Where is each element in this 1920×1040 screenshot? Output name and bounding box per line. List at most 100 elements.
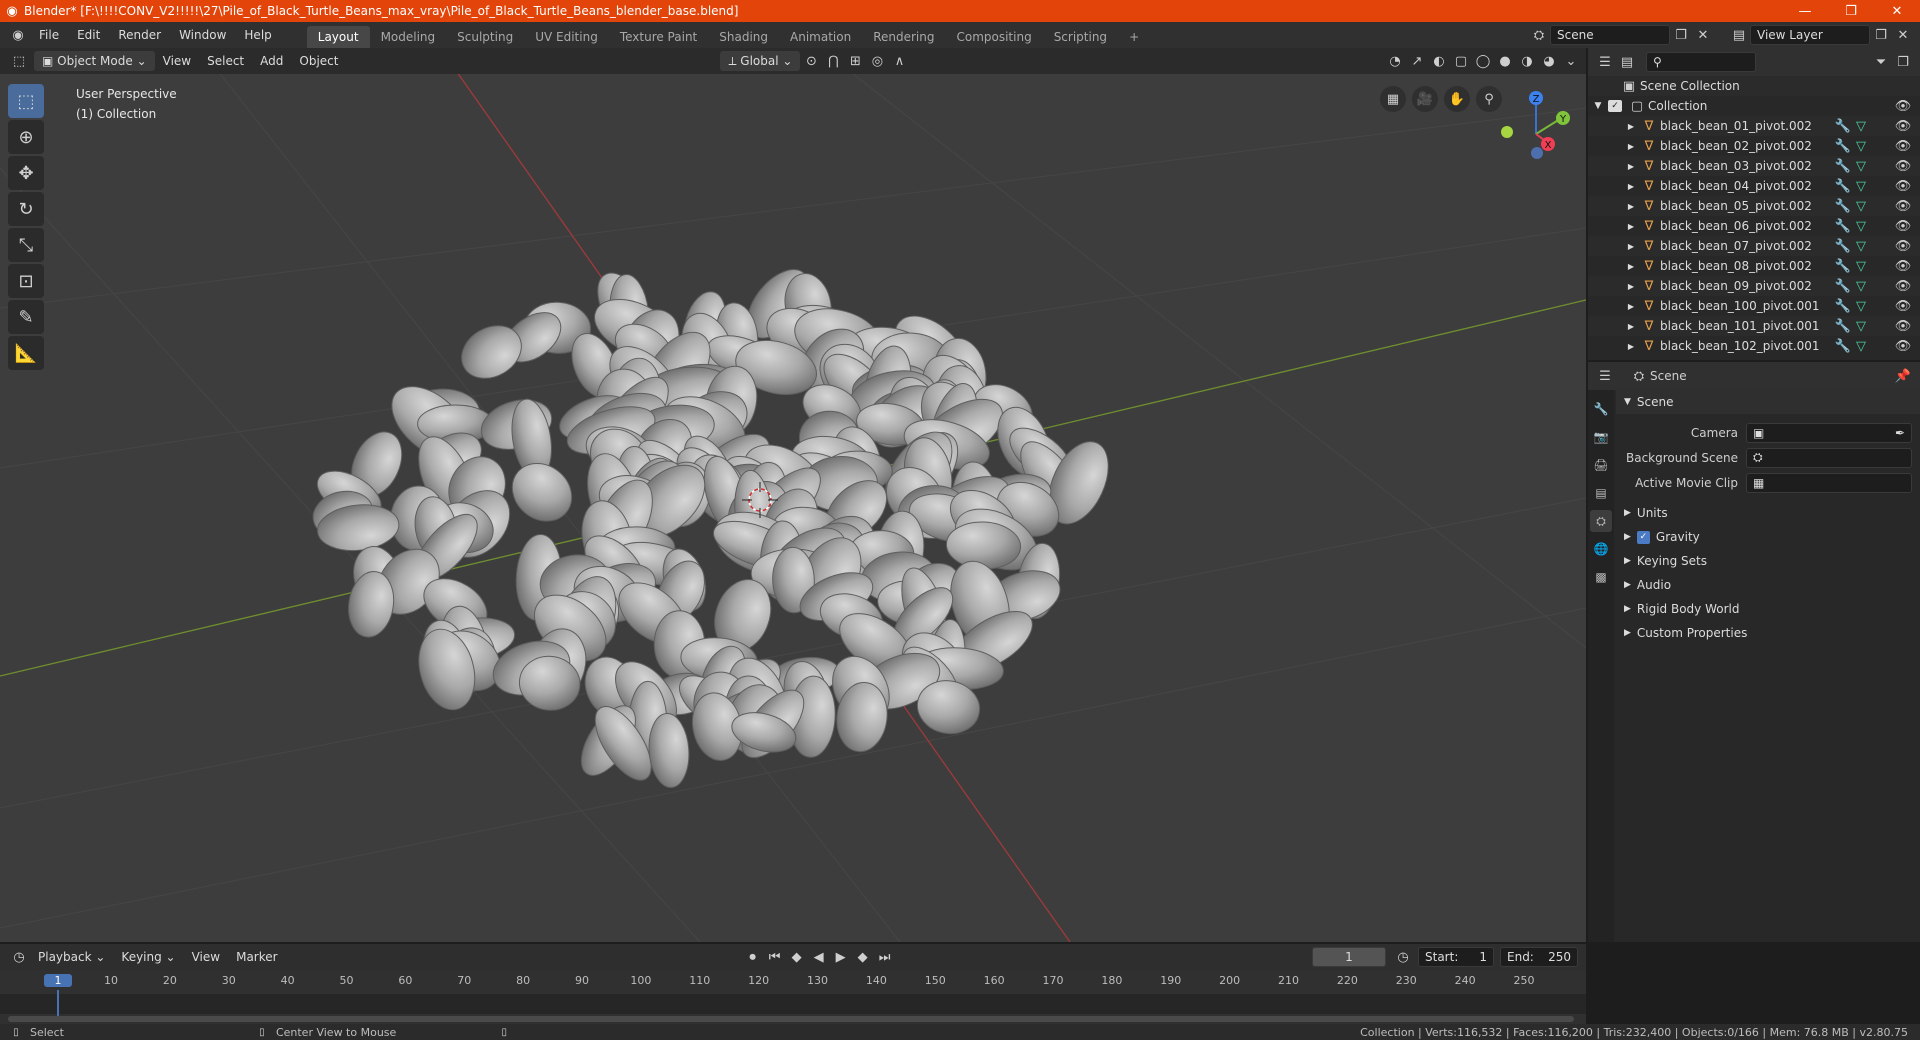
- outliner-item[interactable]: ▶ ∇ black_bean_100_pivot.001 🔧 ▽ 👁: [1588, 296, 1920, 316]
- menu-playback[interactable]: Playback ⌄: [30, 944, 113, 970]
- outliner-item[interactable]: ▶ ∇ black_bean_05_pivot.002 🔧 ▽ 👁: [1588, 196, 1920, 216]
- tab-modeling[interactable]: Modeling: [370, 26, 447, 48]
- annotate-tool-icon[interactable]: ✎: [8, 300, 44, 334]
- tab-texture-paint[interactable]: Texture Paint: [609, 26, 708, 48]
- tab-layout[interactable]: Layout: [306, 26, 370, 48]
- display-mode-icon[interactable]: ▤: [1616, 52, 1638, 72]
- menu-help[interactable]: Help: [235, 22, 280, 48]
- outliner-item[interactable]: ▶ ∇ black_bean_03_pivot.002 🔧 ▽ 👁: [1588, 156, 1920, 176]
- modifier-wrench-icon[interactable]: 🔧: [1834, 256, 1852, 276]
- rigid-body-world-panel[interactable]: ▶ Rigid Body World: [1616, 597, 1920, 621]
- jump-start-icon[interactable]: ⏮: [764, 947, 786, 967]
- mesh-data-icon[interactable]: ▽: [1852, 176, 1870, 196]
- eye-icon[interactable]: 👁: [1892, 196, 1914, 216]
- menu-select[interactable]: Select: [199, 48, 252, 74]
- current-frame-field[interactable]: 1: [1312, 947, 1386, 967]
- modifier-wrench-icon[interactable]: 🔧: [1834, 296, 1852, 316]
- tab-uv-editing[interactable]: UV Editing: [524, 26, 609, 48]
- ortho-toggle-icon[interactable]: ▦: [1380, 86, 1406, 112]
- menu-keying[interactable]: Keying ⌄: [113, 944, 183, 970]
- neg-z-axis-gizmo-icon[interactable]: [1531, 147, 1543, 159]
- jump-end-icon[interactable]: ⏭: [874, 947, 896, 967]
- proportional-edit-icon[interactable]: ◎: [866, 51, 888, 71]
- scene-icon[interactable]: ⛭: [1528, 25, 1550, 45]
- tab-animation[interactable]: Animation: [779, 26, 862, 48]
- modifier-wrench-icon[interactable]: 🔧: [1834, 156, 1852, 176]
- tab-rendering[interactable]: Rendering: [862, 26, 945, 48]
- outliner-item[interactable]: ▶ ∇ black_bean_01_pivot.002 🔧 ▽ 👁: [1588, 116, 1920, 136]
- expand-arrow-icon[interactable]: ▶: [1588, 242, 1638, 251]
- outliner-item[interactable]: ▶ ∇ black_bean_101_pivot.001 🔧 ▽ 👁: [1588, 316, 1920, 336]
- eye-icon[interactable]: 👁: [1892, 176, 1914, 196]
- scene-section-header[interactable]: ▼ Scene: [1616, 390, 1920, 414]
- next-keyframe-icon[interactable]: ◆: [852, 947, 874, 967]
- play-reverse-icon[interactable]: ◀: [808, 947, 830, 967]
- expand-arrow-icon[interactable]: ▶: [1588, 122, 1638, 131]
- modifier-wrench-icon[interactable]: 🔧: [1834, 236, 1852, 256]
- pivot-point-icon[interactable]: ⊙: [800, 51, 822, 71]
- new-collection-icon[interactable]: ❐: [1892, 52, 1914, 72]
- eye-icon[interactable]: 👁: [1892, 316, 1914, 336]
- playhead-line[interactable]: [57, 990, 59, 1016]
- pan-hand-icon[interactable]: ✋: [1444, 86, 1470, 112]
- rendered-shading-icon[interactable]: ◕: [1538, 51, 1560, 71]
- outliner-item[interactable]: ▶ ∇ black_bean_08_pivot.002 🔧 ▽ 👁: [1588, 256, 1920, 276]
- expand-arrow-icon[interactable]: ▶: [1588, 302, 1638, 311]
- view-layer-icon[interactable]: ▤: [1728, 25, 1750, 45]
- navigation-gizmo[interactable]: Z Y X: [1501, 91, 1570, 159]
- outliner-item[interactable]: ▶ ∇ black_bean_09_pivot.002 🔧 ▽ 👁: [1588, 276, 1920, 296]
- modifier-wrench-icon[interactable]: 🔧: [1834, 316, 1852, 336]
- maximize-button[interactable]: ❐: [1828, 0, 1874, 22]
- solid-shading-icon[interactable]: ●: [1494, 51, 1516, 71]
- cursor-tool-icon[interactable]: ⊕: [8, 120, 44, 154]
- menu-window[interactable]: Window: [170, 22, 235, 48]
- menu-file[interactable]: File: [30, 22, 68, 48]
- units-panel[interactable]: ▶ Units: [1616, 501, 1920, 525]
- modifier-wrench-icon[interactable]: 🔧: [1834, 136, 1852, 156]
- transform-tool-icon[interactable]: ⊡: [8, 264, 44, 298]
- eye-icon[interactable]: 👁: [1892, 116, 1914, 136]
- eye-icon[interactable]: 👁: [1892, 216, 1914, 236]
- expand-arrow-icon[interactable]: ▶: [1588, 322, 1638, 331]
- eyedropper-icon[interactable]: ✒: [1895, 426, 1905, 440]
- output-tab-icon[interactable]: 🖨: [1590, 454, 1612, 476]
- gravity-checkbox[interactable]: ✓: [1636, 530, 1650, 544]
- outliner-item[interactable]: ▶ ∇ black_bean_07_pivot.002 🔧 ▽ 👁: [1588, 236, 1920, 256]
- mesh-data-icon[interactable]: ▽: [1852, 196, 1870, 216]
- render-tab-icon[interactable]: 📷: [1590, 426, 1612, 448]
- eye-icon[interactable]: 👁: [1892, 256, 1914, 276]
- outliner-collection[interactable]: ▼ ✓ ▢ Collection 👁: [1588, 96, 1920, 116]
- overlay-toggle-icon[interactable]: ◐: [1428, 51, 1450, 71]
- filter-icon[interactable]: ⏷: [1870, 52, 1892, 72]
- modifier-wrench-icon[interactable]: 🔧: [1834, 336, 1852, 356]
- prev-keyframe-icon[interactable]: ◆: [786, 947, 808, 967]
- rotate-tool-icon[interactable]: ↻: [8, 192, 44, 226]
- timeline-scrollbar[interactable]: [8, 1016, 1574, 1022]
- outliner-item[interactable]: ▶ ∇ black_bean_02_pivot.002 🔧 ▽ 👁: [1588, 136, 1920, 156]
- expand-arrow-icon[interactable]: ▶: [1588, 142, 1638, 151]
- outliner-item[interactable]: ▶ ∇ black_bean_06_pivot.002 🔧 ▽ 👁: [1588, 216, 1920, 236]
- expand-arrow-icon[interactable]: ▶: [1588, 342, 1638, 351]
- play-icon[interactable]: ▶: [830, 947, 852, 967]
- audio-panel[interactable]: ▶ Audio: [1616, 573, 1920, 597]
- collection-checkbox-icon[interactable]: ✓: [1608, 100, 1622, 112]
- mesh-data-icon[interactable]: ▽: [1852, 316, 1870, 336]
- bean-pile[interactable]: [308, 258, 1120, 789]
- modifier-wrench-icon[interactable]: 🔧: [1834, 276, 1852, 296]
- outliner-scene-collection[interactable]: ▣ Scene Collection: [1588, 76, 1920, 96]
- view-layer-tab-icon[interactable]: ▤: [1590, 482, 1612, 504]
- camera-view-icon[interactable]: 🎥: [1412, 86, 1438, 112]
- modifier-wrench-icon[interactable]: 🔧: [1834, 176, 1852, 196]
- gizmo-toggle-icon[interactable]: ↗: [1406, 51, 1428, 71]
- close-button[interactable]: ✕: [1874, 0, 1920, 22]
- expand-arrow-icon[interactable]: ▶: [1588, 182, 1638, 191]
- tab-compositing[interactable]: Compositing: [945, 26, 1042, 48]
- delete-scene-icon[interactable]: ✕: [1692, 25, 1714, 45]
- mesh-data-icon[interactable]: ▽: [1852, 136, 1870, 156]
- record-icon[interactable]: ⏺: [742, 947, 764, 967]
- outliner-editor-icon[interactable]: ☰: [1594, 52, 1616, 72]
- blender-menu-icon[interactable]: ◉: [6, 25, 30, 45]
- background-scene-field[interactable]: ⛭: [1746, 447, 1912, 468]
- menu-marker[interactable]: Marker: [228, 944, 285, 970]
- editor-type-icon[interactable]: ⬚: [8, 51, 30, 71]
